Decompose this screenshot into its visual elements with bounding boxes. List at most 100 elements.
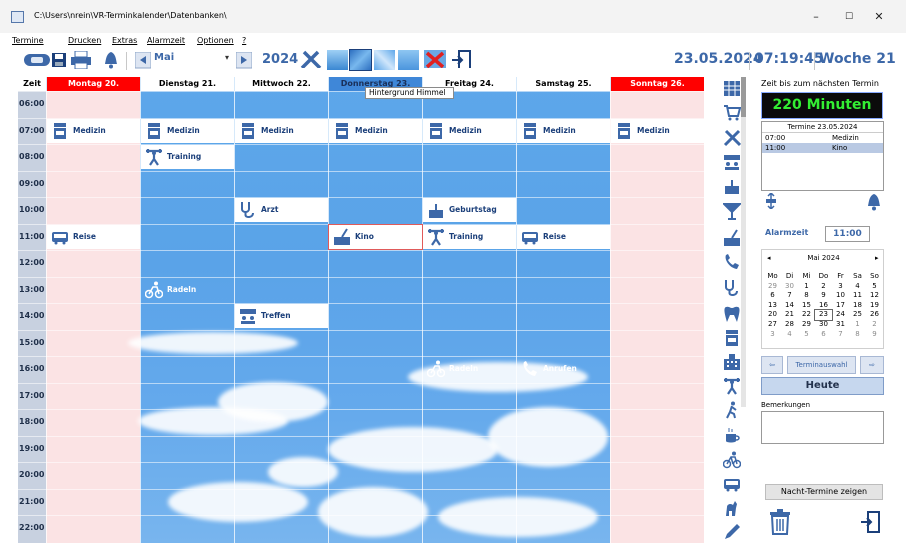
- minical-day[interactable]: 30: [815, 320, 832, 330]
- calendar-event[interactable]: Arzt: [235, 198, 328, 222]
- icon-strip-scrollbar[interactable]: [741, 77, 746, 407]
- calendar-event[interactable]: Medizin: [517, 118, 610, 143]
- calendar-event[interactable]: Reise: [47, 224, 140, 249]
- menu-extras[interactable]: Extras: [112, 36, 137, 45]
- calendar-event[interactable]: Kino: [328, 223, 423, 250]
- minical-day[interactable]: 13: [764, 301, 781, 311]
- printer-icon[interactable]: [71, 51, 91, 69]
- minical-day[interactable]: 8: [849, 330, 866, 340]
- minical-day[interactable]: 27: [764, 320, 781, 330]
- remarks-field[interactable]: [761, 411, 884, 444]
- calendar-event[interactable]: Radeln: [423, 357, 516, 381]
- forward-arrow-icon[interactable]: [236, 52, 252, 70]
- calendar-event[interactable]: Medizin: [141, 118, 234, 143]
- coffee-icon[interactable]: [723, 427, 741, 445]
- terminauswahl-button[interactable]: Terminauswahl: [787, 356, 856, 374]
- calendar-icon[interactable]: [723, 79, 741, 97]
- minical-day[interactable]: 6: [764, 291, 781, 301]
- calendar-event[interactable]: Reise: [517, 224, 610, 249]
- scrollbar-thumb[interactable]: [741, 77, 746, 117]
- remove-background-icon[interactable]: [424, 50, 446, 68]
- menu-alarmzeit[interactable]: Alarmzeit: [147, 36, 185, 45]
- calendar-event[interactable]: Training: [141, 145, 234, 169]
- cart-icon[interactable]: [723, 103, 741, 121]
- minical-day[interactable]: 30: [781, 282, 798, 292]
- training-icon[interactable]: [723, 377, 741, 395]
- keyboard-icon[interactable]: [24, 52, 50, 70]
- background-water-icon[interactable]: [398, 50, 419, 70]
- bus-icon[interactable]: [723, 475, 741, 493]
- minical-day[interactable]: 1: [798, 282, 815, 292]
- minical-day[interactable]: 9: [815, 291, 832, 301]
- close-button[interactable]: ✕: [872, 10, 886, 24]
- today-button[interactable]: Heute: [761, 377, 884, 395]
- stethoscope-icon[interactable]: [723, 279, 741, 297]
- minical-day[interactable]: 26: [866, 310, 883, 320]
- menu-optionen[interactable]: Optionen: [197, 36, 234, 45]
- tools-icon[interactable]: [723, 129, 741, 147]
- minical-day[interactable]: 7: [781, 291, 798, 301]
- dog-icon[interactable]: [723, 499, 741, 517]
- back-arrow-icon[interactable]: [135, 52, 151, 70]
- minimize-button[interactable]: –: [809, 10, 823, 24]
- meeting-icon[interactable]: [723, 153, 741, 171]
- month-select[interactable]: Mai ▾: [154, 52, 233, 68]
- background-clouds-icon[interactable]: [374, 50, 395, 70]
- day-header[interactable]: Samstag 25.: [517, 77, 610, 91]
- minical-day[interactable]: 15: [798, 301, 815, 311]
- minical-day[interactable]: 4: [781, 330, 798, 340]
- minical-day[interactable]: 1: [849, 320, 866, 330]
- minical-day[interactable]: 17: [832, 301, 849, 311]
- minical-day[interactable]: 29: [798, 320, 815, 330]
- medicine-icon[interactable]: [723, 329, 741, 347]
- cocktail-icon[interactable]: [723, 202, 741, 220]
- hiking-icon[interactable]: [723, 401, 741, 419]
- minical-day[interactable]: 22: [798, 310, 815, 320]
- expand-icon[interactable]: [763, 193, 779, 209]
- menu-help[interactable]: ?: [242, 36, 246, 45]
- minical-next-button[interactable]: ▸: [875, 254, 879, 262]
- minical-day[interactable]: 9: [866, 330, 883, 340]
- minical-day[interactable]: 14: [781, 301, 798, 311]
- calendar-event[interactable]: Medizin: [423, 118, 516, 143]
- alarm-time-field[interactable]: 11:00: [825, 226, 870, 242]
- bell-icon[interactable]: [102, 51, 120, 69]
- exit-icon[interactable]: [860, 511, 880, 533]
- minical-day[interactable]: 5: [866, 282, 883, 292]
- building-icon[interactable]: [723, 353, 741, 371]
- calendar-event[interactable]: Medizin: [235, 118, 328, 143]
- minical-day[interactable]: 20: [764, 310, 781, 320]
- cinema-icon[interactable]: [723, 229, 741, 247]
- calendar-event[interactable]: Medizin: [611, 118, 704, 143]
- minical-day[interactable]: 29: [764, 282, 781, 292]
- alarm-bell-icon[interactable]: [865, 193, 883, 211]
- minical-day[interactable]: 2: [815, 282, 832, 292]
- maximize-button[interactable]: ☐: [842, 10, 856, 24]
- minical-day[interactable]: 10: [832, 291, 849, 301]
- pencil-icon[interactable]: [723, 523, 741, 541]
- minical-day[interactable]: 28: [781, 320, 798, 330]
- minical-day[interactable]: 3: [764, 330, 781, 340]
- minical-day[interactable]: 24: [832, 310, 849, 320]
- calendar-event[interactable]: Geburtstag: [423, 198, 516, 222]
- minical-day[interactable]: 4: [849, 282, 866, 292]
- phone-icon[interactable]: [723, 253, 741, 271]
- tooth-icon[interactable]: [723, 305, 741, 323]
- sunday-column[interactable]: [610, 91, 704, 543]
- minical-day[interactable]: 7: [832, 330, 849, 340]
- minical-day[interactable]: 11: [849, 291, 866, 301]
- minical-day[interactable]: 21: [781, 310, 798, 320]
- calendar-event[interactable]: Medizin: [329, 118, 422, 143]
- next-appointment-button[interactable]: ⇨: [860, 356, 884, 374]
- save-icon[interactable]: [52, 53, 66, 71]
- menu-drucken[interactable]: Drucken: [68, 36, 101, 45]
- monday-column[interactable]: [46, 91, 140, 543]
- exit-icon[interactable]: [451, 50, 471, 68]
- tools-icon[interactable]: [300, 50, 322, 68]
- bicycle-icon[interactable]: [723, 451, 741, 469]
- minical-day[interactable]: 31: [832, 320, 849, 330]
- today-appointment-row[interactable]: 11:00 Kino: [762, 143, 883, 153]
- minical-day[interactable]: 25: [849, 310, 866, 320]
- cake-icon[interactable]: [723, 177, 741, 195]
- minical-day[interactable]: 12: [866, 291, 883, 301]
